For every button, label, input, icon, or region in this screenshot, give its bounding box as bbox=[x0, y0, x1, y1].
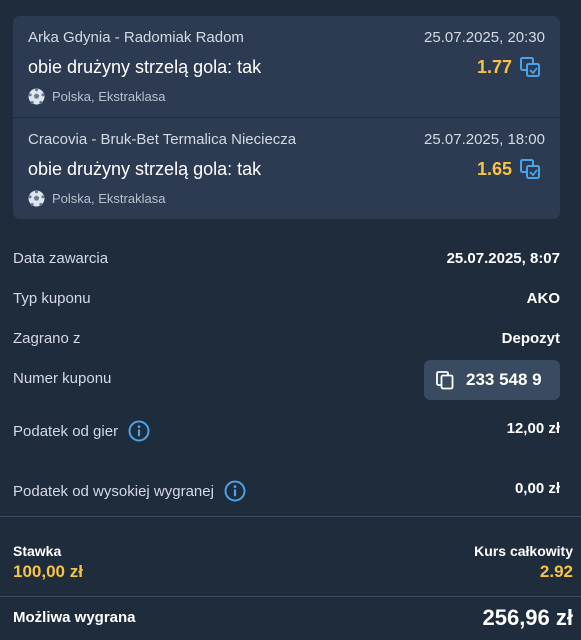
source-label: Zagrano z bbox=[13, 330, 81, 347]
football-icon bbox=[28, 190, 45, 207]
section-divider bbox=[0, 596, 581, 597]
hightax-value: 0,00 zł bbox=[514, 480, 560, 497]
possible-win-value: 256,96 zł bbox=[482, 605, 573, 630]
detail-row-type: Typ kuponu AKO bbox=[13, 290, 560, 312]
copy-coupon-number-button[interactable]: 233 548 9 bbox=[424, 360, 560, 400]
hightax-label-group: Podatek od wysokiej wygranej bbox=[13, 480, 246, 502]
hightax-label: Podatek od wysokiej wygranej bbox=[13, 482, 214, 500]
event-card[interactable]: Arka Gdynia - Radomiak Radom 25.07.2025,… bbox=[13, 16, 560, 117]
detail-row-source: Zagrano z Depozyt bbox=[13, 330, 560, 352]
copy-selection-icon[interactable] bbox=[519, 158, 541, 180]
league-name: Polska, Ekstraklasa bbox=[52, 89, 166, 104]
info-icon[interactable] bbox=[224, 480, 246, 502]
event-market: obie drużyny strzelą gola: tak bbox=[28, 57, 262, 77]
number-label: Numer kuponu bbox=[13, 370, 112, 387]
total-odds-value: 2.92 bbox=[539, 562, 573, 581]
football-icon bbox=[28, 88, 45, 105]
event-teams[interactable]: Cracovia - Bruk-Bet Termalica Nieciecza bbox=[28, 131, 296, 148]
date-value: 25.07.2025, 8:07 bbox=[446, 250, 560, 267]
event-market: obie drużyny strzelą gola: tak bbox=[28, 159, 262, 179]
type-label: Typ kuponu bbox=[13, 290, 91, 307]
tax-label: Podatek od gier bbox=[13, 422, 119, 440]
stake-label: Stawka bbox=[13, 543, 62, 559]
event-datetime: 25.07.2025, 18:00 bbox=[424, 131, 545, 148]
tax-label-group: Podatek od gier bbox=[13, 420, 150, 442]
event-datetime: 25.07.2025, 20:30 bbox=[424, 29, 545, 46]
copy-selection-icon[interactable] bbox=[519, 56, 541, 78]
event-list: Arka Gdynia - Radomiak Radom 25.07.2025,… bbox=[13, 16, 560, 219]
copy-icon bbox=[436, 371, 454, 390]
info-icon[interactable] bbox=[128, 420, 150, 442]
detail-row-tax: Podatek od gier 12,00 zł bbox=[13, 420, 560, 442]
event-teams[interactable]: Arka Gdynia - Radomiak Radom bbox=[28, 29, 244, 46]
stake-value: 100,00 zł bbox=[13, 562, 83, 581]
tax-value: 12,00 zł bbox=[506, 420, 560, 437]
coupon-number: 233 548 9 bbox=[466, 370, 542, 389]
detail-row-high-win-tax: Podatek od wysokiej wygranej 0,00 zł bbox=[13, 480, 560, 502]
possible-win-label: Możliwa wygrana bbox=[13, 609, 136, 626]
event-odd: 1.65 bbox=[476, 159, 512, 179]
league-name: Polska, Ekstraklasa bbox=[52, 191, 166, 206]
event-odd: 1.77 bbox=[476, 57, 512, 77]
event-card[interactable]: Cracovia - Bruk-Bet Termalica Nieciecza … bbox=[13, 118, 560, 219]
total-odds-label: Kurs całkowity bbox=[474, 543, 573, 559]
date-label: Data zawarcia bbox=[13, 250, 109, 267]
source-value: Depozyt bbox=[501, 330, 560, 347]
section-divider bbox=[0, 516, 581, 517]
event-league: Polska, Ekstraklasa bbox=[28, 190, 165, 207]
event-league: Polska, Ekstraklasa bbox=[28, 88, 165, 105]
detail-row-date: Data zawarcia 25.07.2025, 8:07 bbox=[13, 250, 560, 272]
type-value: AKO bbox=[526, 290, 560, 307]
